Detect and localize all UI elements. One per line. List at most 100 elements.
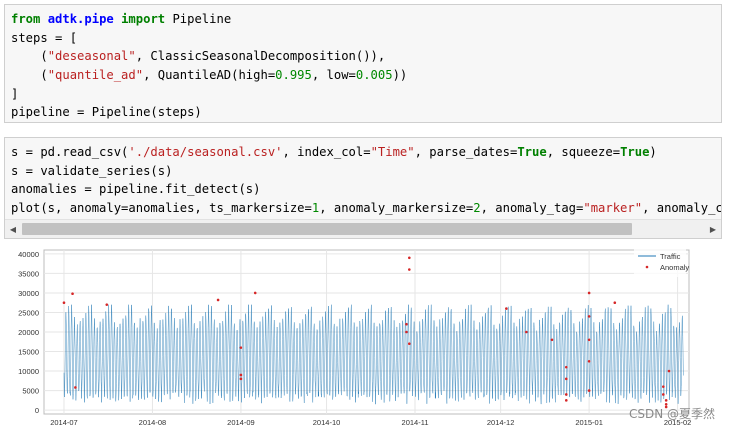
anomaly-marker [564, 393, 568, 396]
y-tick-label: 25000 [18, 308, 39, 317]
anomaly-marker [74, 386, 77, 389]
anomaly-marker [564, 399, 568, 402]
code-token: "deseasonal" [47, 49, 136, 64]
code-cell-1[interactable]: from adtk.pipe import Pipeline steps = [ … [4, 4, 722, 123]
code-token: ] [11, 86, 19, 101]
legend-anomaly-marker [645, 265, 649, 269]
x-tick-label: 2015-01 [575, 418, 603, 427]
code-token: "Time" [370, 145, 415, 159]
horizontal-scrollbar[interactable]: ◀ ▶ [5, 219, 721, 238]
anomaly-marker [662, 393, 665, 396]
watermark: CSDN @夏季然 [628, 407, 715, 421]
anomaly-marker [408, 268, 411, 271]
anomaly-marker [662, 385, 665, 388]
anomaly-marker [71, 292, 74, 296]
x-tick-label: 2014-10 [313, 418, 341, 427]
anomaly-marker [550, 338, 554, 342]
anomaly-marker [587, 359, 591, 363]
anomaly-marker [408, 256, 411, 260]
code-line: s = validate_series(s) [11, 162, 721, 181]
anomaly-marker [216, 298, 220, 302]
anomaly-marker [405, 322, 408, 326]
code-token: import [121, 12, 166, 26]
code-token: adtk.pipe [47, 12, 114, 26]
y-tick-label: 5000 [22, 387, 39, 396]
y-tick-label: 40000 [18, 250, 39, 259]
triangle-left-icon[interactable]: ◀ [5, 220, 21, 238]
code-token: , parse_dates= [414, 145, 518, 159]
y-tick-label: 35000 [18, 269, 39, 278]
triangle-right-icon[interactable]: ▶ [705, 220, 721, 238]
anomaly-marker [62, 301, 66, 305]
anomaly-marker [239, 346, 243, 349]
anomaly-marker [613, 301, 617, 305]
anomaly-marker [408, 342, 411, 346]
anomaly-marker [564, 377, 568, 381]
code-token: 0.005 [355, 68, 393, 83]
code-token: anomalies = pipeline.fit_detect(s) [11, 182, 261, 197]
code-token: , QuantileAD(high= [143, 68, 276, 83]
code-token: Pipeline [165, 12, 232, 26]
x-tick-label: 2014-11 [402, 418, 429, 427]
code-line: ] [11, 85, 721, 104]
code-token: pipeline = Pipeline(steps) [11, 105, 202, 120]
anomaly-marker [564, 365, 568, 369]
code-token: 0.995 [275, 68, 312, 83]
x-tick-label: 2014-09 [227, 418, 255, 427]
anomaly-marker [587, 338, 591, 342]
code-editor-2[interactable]: s = pd.read_csv('./data/seasonal.csv', i… [11, 143, 721, 218]
code-token: "marker" [583, 201, 643, 216]
anomaly-marker [239, 373, 243, 377]
code-token: ( [11, 68, 48, 83]
code-line: anomalies = pipeline.fit_detect(s) [11, 180, 721, 199]
code-token: s = validate_series(s) [11, 163, 173, 178]
legend-traffic-label: Traffic [660, 252, 681, 261]
code-line: pipeline = Pipeline(steps) [11, 103, 721, 122]
code-token: ) [649, 145, 657, 159]
code-line: from adtk.pipe import Pipeline [11, 10, 721, 29]
y-tick-label: 20000 [18, 328, 39, 337]
code-token: "quantile_ad" [47, 68, 144, 83]
anomaly-marker [664, 399, 668, 402]
anomaly-marker [587, 389, 591, 392]
traffic-anomaly-chart: 0 5000 10000 15000 20000 25000 30000 35000 40000… [18, 249, 691, 427]
code-cell-2[interactable]: s = pd.read_csv('./data/seasonal.csv', i… [4, 137, 722, 239]
code-token: , anomaly_tag= [480, 201, 584, 216]
code-token: './data/seasonal.csv' [128, 145, 283, 159]
y-tick-label: 0 [35, 406, 39, 415]
code-token: True [620, 145, 650, 159]
code-token: from [11, 12, 41, 26]
y-tick-label: 30000 [18, 289, 39, 298]
scrollbar-thumb[interactable] [22, 223, 632, 235]
anomaly-marker [587, 315, 591, 318]
code-token: , low= [311, 68, 356, 83]
legend-anomaly-label: Anomaly [660, 263, 689, 272]
x-tick-label: 2014-07 [50, 418, 78, 427]
code-token: True [517, 145, 547, 159]
code-token: , ClassicSeasonalDecomposition()), [135, 49, 386, 64]
y-tick-label: 10000 [18, 367, 39, 376]
code-token: ( [11, 49, 48, 64]
output-plot: 0 5000 10000 15000 20000 25000 30000 35000 40000… [0, 242, 729, 432]
anomaly-marker [253, 291, 257, 295]
code-token: , squeeze= [546, 145, 621, 159]
anomaly-marker [505, 307, 508, 310]
anomaly-marker [525, 330, 528, 334]
code-editor-1[interactable]: from adtk.pipe import Pipeline steps = [ … [11, 10, 721, 122]
code-token: )) [392, 68, 408, 83]
x-tick-label: 2014-12 [487, 418, 515, 427]
code-line: ("quantile_ad", QuantileAD(high=0.995, l… [11, 66, 721, 85]
code-token: plot(s, anomaly=anomalies, ts_markersize… [11, 201, 312, 216]
y-tick-label: 15000 [18, 348, 39, 357]
x-tick-label: 2014-08 [139, 418, 167, 427]
code-token: s = pd.read_csv( [11, 145, 129, 159]
anomaly-marker [239, 377, 243, 381]
anomaly-marker [405, 330, 408, 334]
anomaly-marker [105, 303, 109, 306]
code-token: , anomaly_markersize= [319, 201, 474, 216]
anomaly-marker [587, 291, 591, 295]
anomaly-marker [667, 369, 671, 373]
code-line: s = pd.read_csv('./data/seasonal.csv', i… [11, 143, 721, 162]
